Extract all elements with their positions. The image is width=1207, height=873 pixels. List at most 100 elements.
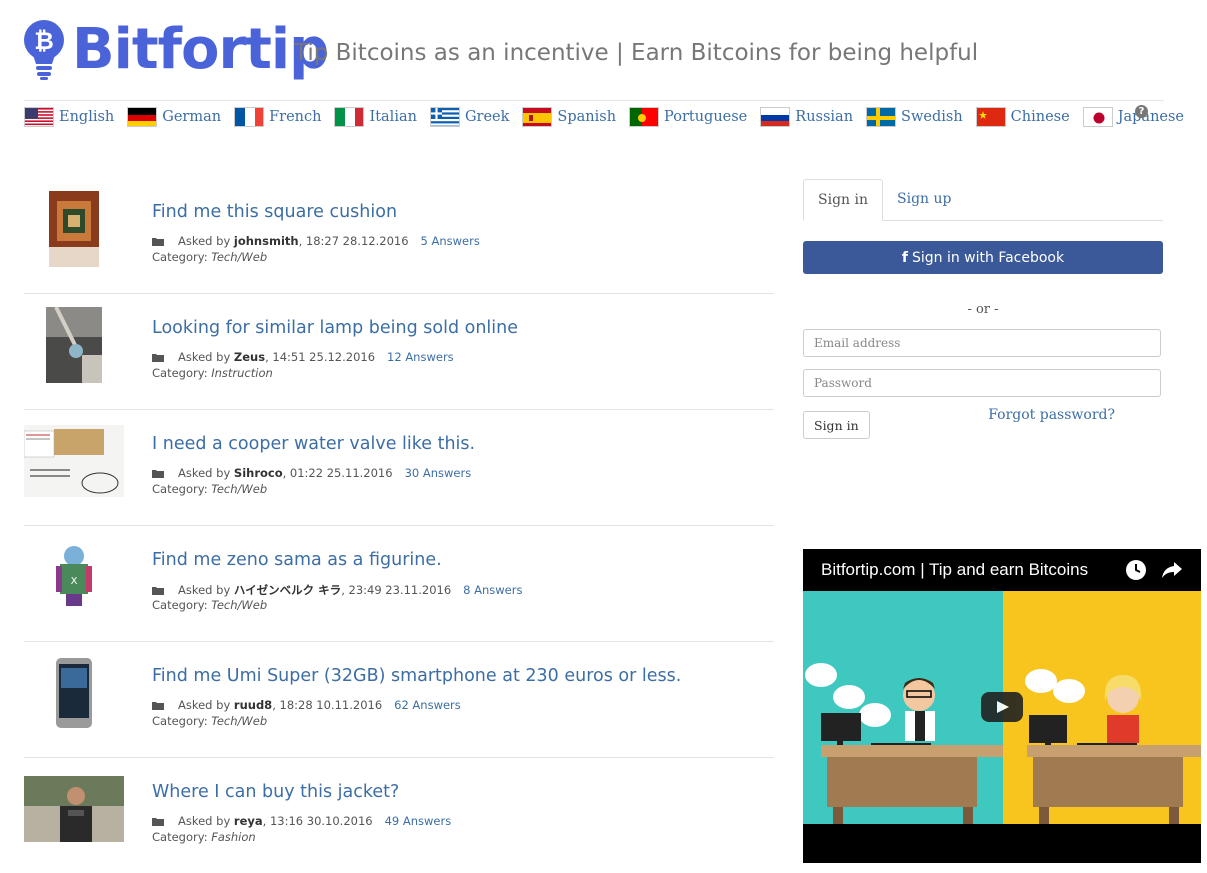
answers-link[interactable]: 62 Answers (394, 698, 461, 712)
language-label: Greek (465, 109, 509, 125)
category-value: Tech/Web (211, 714, 267, 728)
question-category: Category: Tech/Web (152, 714, 267, 728)
answers-link[interactable]: 30 Answers (405, 466, 472, 480)
question-category: Category: Fashion (152, 830, 256, 844)
category-label: Category: (152, 250, 208, 264)
facebook-signin-button[interactable]: f Sign in with Facebook (803, 241, 1163, 274)
question-title[interactable]: Find me this square cushion (152, 202, 397, 222)
language-french[interactable]: French (234, 107, 321, 127)
question-author[interactable]: ruud8 (234, 698, 272, 712)
question-item: Looking for similar lamp being sold onli… (24, 294, 774, 410)
email-input[interactable] (804, 330, 1160, 356)
question-time: , 18:27 28.12.2016 (299, 234, 409, 248)
tab-signin[interactable]: Sign in (803, 179, 883, 221)
share-icon[interactable] (1161, 560, 1183, 580)
language-greek[interactable]: Greek (430, 107, 509, 127)
video-player[interactable]: Bitfortip.com | Tip and earn Bitcoins (803, 549, 1201, 863)
logo[interactable]: ₿ Bitfortip (22, 18, 328, 82)
question-title[interactable]: Looking for similar lamp being sold onli… (152, 318, 518, 338)
answers-link[interactable]: 12 Answers (387, 350, 454, 364)
category-value: Instruction (211, 366, 273, 380)
question-author[interactable]: ハイゼンベルク キラ (234, 582, 341, 598)
question-meta: Asked by Sihroco, 01:22 25.11.2016 30 An… (152, 466, 471, 480)
video-scene-right (1003, 591, 1201, 824)
password-field (803, 369, 1161, 397)
language-label: Chinese (1011, 109, 1070, 125)
language-japanese[interactable]: Japanese (1083, 107, 1184, 127)
language-italian[interactable]: Italian (334, 107, 416, 127)
question-title[interactable]: Where I can buy this jacket? (152, 782, 399, 802)
facebook-icon: f (902, 250, 908, 266)
language-german[interactable]: German (127, 107, 221, 127)
question-title[interactable]: Find me Umi Super (32GB) smartphone at 2… (152, 666, 681, 686)
or-divider: - or - (803, 302, 1163, 317)
question-thumbnail[interactable]: X (24, 538, 124, 616)
video-thumbnail[interactable] (803, 591, 1201, 824)
category-label: Category: (152, 598, 208, 612)
signin-button[interactable]: Sign in (803, 411, 870, 439)
folder-icon (152, 586, 164, 595)
question-thumbnail[interactable] (24, 190, 124, 268)
asked-by-label: Asked by (178, 466, 230, 480)
question-item: I need a cooper water valve like this. A… (24, 410, 774, 526)
signin-actions: Sign in Forgot password? (803, 411, 1163, 439)
play-button[interactable] (981, 692, 1023, 722)
de-flag-icon (127, 107, 157, 127)
question-category: Category: Instruction (152, 366, 273, 380)
answers-link[interactable]: 49 Answers (385, 814, 452, 828)
question-meta: Asked by Zeus, 14:51 25.12.2016 12 Answe… (152, 350, 454, 364)
category-label: Category: (152, 714, 208, 728)
forgot-password-link[interactable]: Forgot password? (988, 407, 1115, 423)
asked-by-label: Asked by (178, 234, 230, 248)
question-title[interactable]: Find me zeno sama as a figurine. (152, 550, 442, 570)
email-field (803, 329, 1161, 357)
pt-flag-icon (629, 107, 659, 127)
language-label: German (162, 109, 221, 125)
question-item: Find me this square cushion Asked by joh… (24, 178, 774, 294)
category-value: Fashion (211, 830, 255, 844)
question-title[interactable]: I need a cooper water valve like this. (152, 434, 475, 454)
question-author[interactable]: reya (234, 814, 263, 828)
question-time: , 14:51 25.12.2016 (265, 350, 375, 364)
clock-icon[interactable] (1125, 559, 1147, 581)
language-english[interactable]: English (24, 107, 114, 127)
folder-icon (152, 701, 164, 710)
svg-text:₿: ₿ (34, 27, 54, 55)
facebook-signin-label: Sign in with Facebook (912, 250, 1064, 266)
language-portuguese[interactable]: Portuguese (629, 107, 747, 127)
question-category: Category: Tech/Web (152, 598, 267, 612)
question-meta: Asked by johnsmith, 18:27 28.12.2016 5 A… (152, 234, 480, 248)
language-swedish[interactable]: Swedish (866, 107, 963, 127)
answers-link[interactable]: 8 Answers (463, 583, 522, 597)
video-scene-left (803, 591, 1003, 824)
help-icon[interactable]: ? (1135, 105, 1148, 118)
auth-tabs: Sign in Sign up (803, 179, 1163, 221)
question-thumbnail[interactable] (24, 770, 124, 848)
question-thumbnail[interactable] (24, 654, 124, 732)
tab-signup[interactable]: Sign up (883, 179, 965, 220)
question-meta: Asked by ruud8, 18:28 10.11.2016 62 Answ… (152, 698, 461, 712)
header: ₿ Bitfortip Tip Bitcoins as an incentive… (22, 14, 1172, 94)
es-flag-icon (522, 107, 552, 127)
video-title[interactable]: Bitfortip.com | Tip and earn Bitcoins (821, 560, 1088, 580)
language-label: Russian (795, 109, 853, 125)
language-label: French (269, 109, 321, 125)
password-input[interactable] (804, 370, 1160, 396)
question-thumbnail[interactable] (24, 306, 124, 384)
language-bar: English German French Italian Greek Span… (24, 100, 1164, 133)
question-meta: Asked by reya, 13:16 30.10.2016 49 Answe… (152, 814, 451, 828)
language-chinese[interactable]: Chinese (976, 107, 1070, 127)
question-time: , 23:49 23.11.2016 (341, 583, 451, 597)
question-category: Category: Tech/Web (152, 250, 267, 264)
question-author[interactable]: Zeus (234, 350, 265, 364)
language-russian[interactable]: Russian (760, 107, 853, 127)
answers-link[interactable]: 5 Answers (421, 234, 480, 248)
question-author[interactable]: Sihroco (234, 466, 283, 480)
question-thumbnail[interactable] (24, 422, 124, 500)
language-spanish[interactable]: Spanish (522, 107, 616, 127)
category-value: Tech/Web (211, 482, 267, 496)
folder-icon (152, 237, 164, 246)
question-author[interactable]: johnsmith (234, 234, 299, 248)
language-label: Portuguese (664, 109, 747, 125)
folder-icon (152, 353, 164, 362)
